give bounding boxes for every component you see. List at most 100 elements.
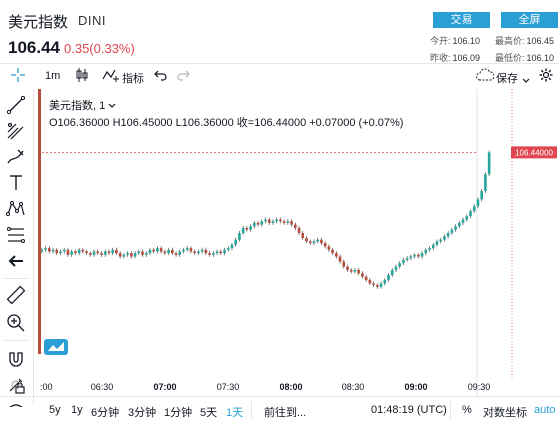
indicators-button[interactable]: 指标 — [122, 70, 144, 86]
candle-body — [349, 269, 353, 272]
arrow-left-icon[interactable] — [6, 251, 26, 271]
time-tick-label: 07:30 — [217, 382, 240, 392]
candle-body — [85, 251, 88, 254]
candle-body — [215, 251, 219, 254]
legend-title[interactable]: 美元指数, 1 — [49, 97, 116, 113]
candle-body — [420, 253, 424, 257]
magnet-icon[interactable] — [6, 349, 26, 369]
visibility-icon[interactable] — [6, 399, 26, 407]
price-chart[interactable]: 106.44000 :00 06:30 07:00 07:30 08:00 08:30 09… — [35, 89, 559, 396]
clock-timezone[interactable]: 01:48:19 (UTC) — [371, 404, 447, 416]
candle-body — [398, 263, 401, 267]
candle-body — [55, 249, 59, 254]
stat-label: 今开: — [430, 36, 451, 46]
candle-body — [212, 253, 215, 255]
indicators-icon[interactable] — [102, 67, 120, 88]
cloud-icon[interactable] — [476, 68, 495, 86]
range-1y[interactable]: 1y — [71, 404, 83, 416]
chevron-down-icon[interactable] — [522, 71, 530, 89]
candle-body — [230, 244, 234, 249]
candle-body — [394, 266, 398, 270]
range-3min[interactable]: 3分钟 — [128, 404, 156, 420]
pitchfork-icon[interactable] — [6, 121, 26, 141]
chevron-down-icon[interactable] — [108, 103, 116, 109]
brush-icon[interactable] — [6, 147, 26, 167]
candle-body — [480, 191, 483, 200]
candle-body — [409, 256, 413, 259]
candle-body — [327, 246, 331, 250]
candle-body — [163, 251, 167, 254]
range-5y[interactable]: 5y — [49, 404, 61, 416]
ruler-icon[interactable] — [6, 285, 26, 305]
pattern-icon[interactable] — [6, 199, 26, 219]
settings-small-icon[interactable] — [10, 378, 22, 396]
candle-body — [148, 249, 152, 254]
candle-body — [271, 221, 275, 223]
candle-body — [144, 253, 148, 255]
candle-body — [260, 221, 264, 225]
candle-body — [290, 221, 293, 225]
interval-button[interactable]: 1m — [45, 70, 60, 82]
divider — [4, 340, 28, 341]
range-1min[interactable]: 1分钟 — [164, 404, 192, 420]
legend-ohlc: O106.36000 H106.45000 L106.36000 收=106.4… — [49, 117, 404, 129]
undo-icon[interactable] — [154, 68, 168, 87]
stat-value: 106.10 — [526, 53, 555, 63]
text-tool-icon[interactable] — [6, 173, 26, 193]
time-tick-label: 09:00 — [404, 382, 427, 392]
settings-icon[interactable] — [539, 68, 553, 87]
candle-body — [267, 219, 271, 223]
candle-body — [48, 248, 51, 252]
candle-body — [364, 276, 368, 281]
trend-line-icon[interactable] — [6, 95, 26, 115]
range-5d[interactable]: 5天 — [200, 404, 217, 420]
candle-body — [81, 249, 85, 252]
stat-high: 最高价: 106.45 — [495, 34, 554, 47]
divider — [0, 63, 559, 64]
candle-body — [197, 251, 200, 254]
candle-body — [185, 248, 189, 250]
redo-icon[interactable] — [176, 68, 190, 87]
candle-body — [126, 253, 129, 255]
candle-body — [297, 227, 301, 233]
candle-body — [59, 251, 62, 254]
trade-button[interactable]: 交易 — [433, 12, 490, 28]
divider — [0, 396, 559, 397]
candle-body — [320, 239, 323, 244]
candle-body — [379, 283, 383, 287]
candle-body — [450, 229, 454, 233]
percent-scale-toggle[interactable]: % — [462, 404, 472, 416]
candle-body — [167, 249, 170, 254]
stat-open: 今开: 106.10 — [430, 34, 480, 47]
goto-date-button[interactable]: 前往到... — [264, 404, 306, 420]
tradingview-logo[interactable] — [44, 339, 68, 355]
candle-body — [487, 152, 491, 175]
candle-body — [446, 233, 450, 237]
zoom-in-icon[interactable] — [6, 313, 26, 333]
candle-body — [476, 199, 480, 207]
range-1d[interactable]: 1天 — [226, 404, 243, 420]
drawing-toolbar — [0, 89, 34, 407]
candle-body — [103, 251, 107, 255]
candle-body — [301, 233, 305, 239]
save-button[interactable]: 保存 — [496, 70, 518, 86]
candle-body — [141, 251, 144, 255]
candle-body — [100, 253, 103, 255]
candle-style-icon[interactable] — [74, 67, 90, 88]
time-tick-label: 09:30 — [468, 382, 491, 392]
auto-scale-toggle[interactable]: auto — [534, 404, 555, 416]
candle-body — [44, 248, 47, 250]
candle-body — [62, 249, 66, 252]
candle-body — [74, 251, 77, 254]
stat-label: 最低价: — [495, 53, 525, 63]
legend-symbol: 美元指数, 1 — [49, 100, 106, 112]
fullscreen-button[interactable]: 全屏 — [501, 12, 558, 28]
log-scale-toggle[interactable]: 对数坐标 — [483, 404, 527, 420]
crosshair-icon[interactable] — [10, 67, 26, 88]
candle-body — [193, 251, 196, 254]
candle-body — [253, 222, 256, 227]
range-6min[interactable]: 6分钟 — [91, 404, 119, 420]
candle-body — [413, 254, 416, 257]
fib-tool-icon[interactable] — [6, 225, 26, 245]
time-tick-label: 08:30 — [342, 382, 365, 392]
